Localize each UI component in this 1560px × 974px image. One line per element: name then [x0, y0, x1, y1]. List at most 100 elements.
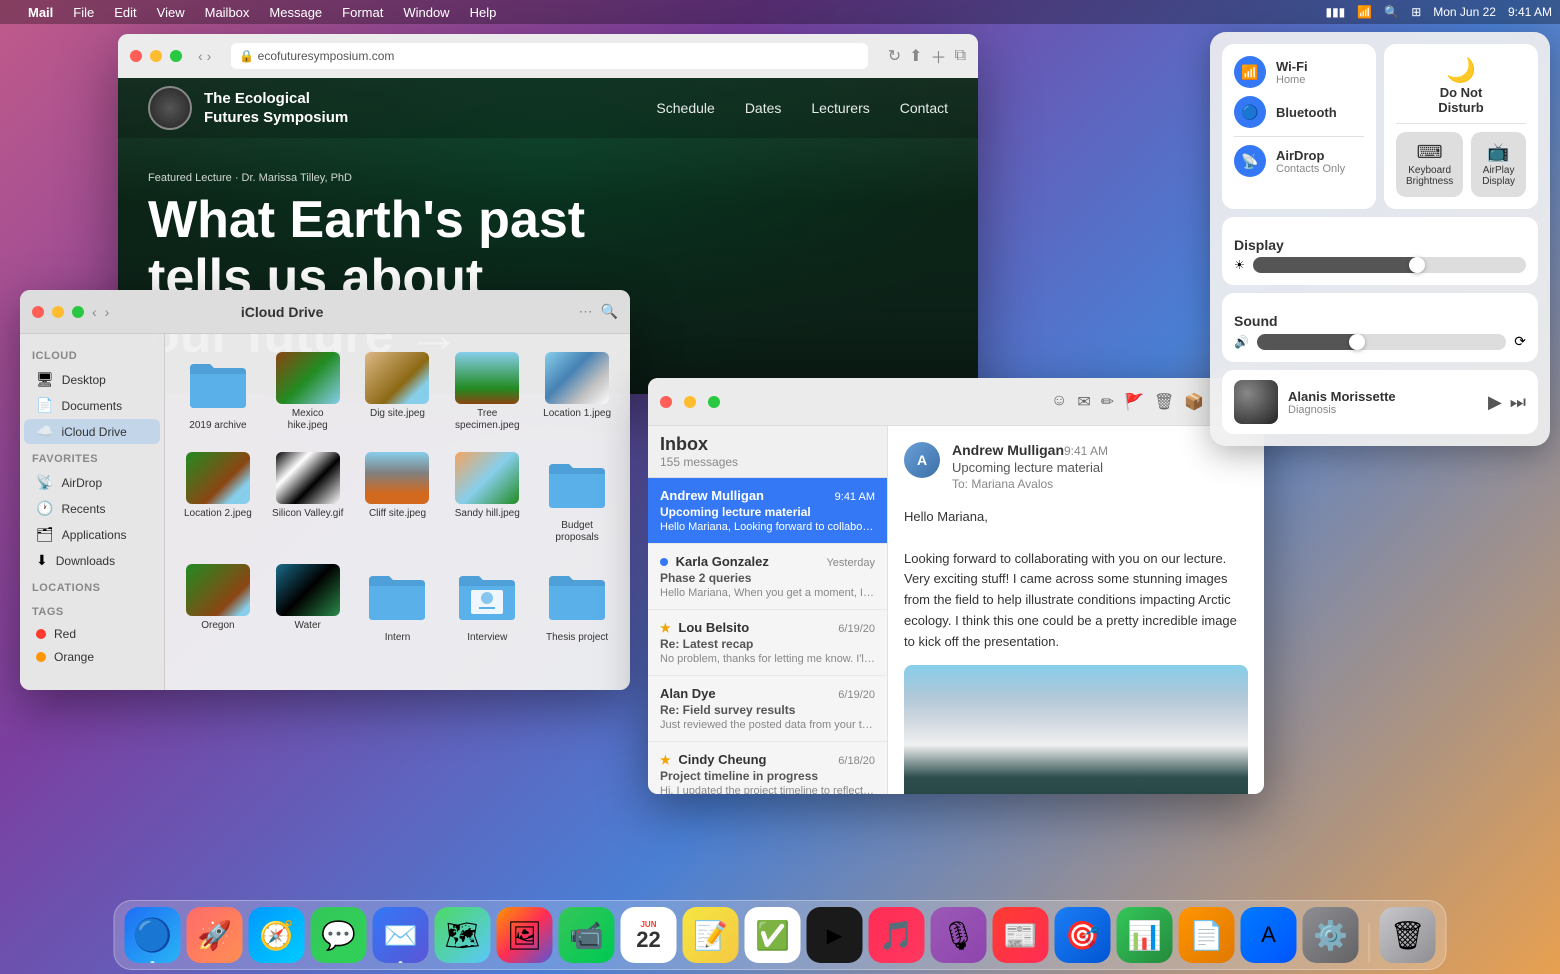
- dock-finder[interactable]: 🔵: [125, 907, 181, 963]
- mail-item-andrew[interactable]: Andrew Mulligan 9:41 AM Upcoming lecture…: [648, 478, 887, 544]
- flag-icon[interactable]: 🚩: [1124, 392, 1144, 412]
- sidebar-item-airdrop[interactable]: 📡 AirDrop: [24, 470, 160, 495]
- dock-notes[interactable]: 📝: [683, 907, 739, 963]
- dock-mail[interactable]: ✉️: [373, 907, 429, 963]
- dnd-section[interactable]: 🌙 Do Not Disturb: [1396, 56, 1526, 115]
- archive-icon[interactable]: 📦: [1184, 392, 1204, 412]
- menu-help[interactable]: Help: [462, 5, 505, 20]
- finder-forward-icon[interactable]: ›: [105, 304, 110, 320]
- sidebar-item-orange-tag[interactable]: Orange: [24, 646, 160, 668]
- mail-item-karla[interactable]: Karla Gonzalez Yesterday Phase 2 queries…: [648, 544, 887, 610]
- dock-launchpad[interactable]: 🚀: [187, 907, 243, 963]
- menu-file[interactable]: File: [65, 5, 102, 20]
- share-icon[interactable]: ⬆: [909, 46, 922, 66]
- mail-item-cindy[interactable]: ★ Cindy Cheung 6/18/20 Project timeline …: [648, 742, 887, 794]
- dock-podcasts[interactable]: 🎙: [931, 907, 987, 963]
- reply-icon[interactable]: ✉: [1077, 392, 1090, 412]
- dock-systemprefs[interactable]: ⚙️: [1303, 907, 1359, 963]
- site-nav[interactable]: Schedule Dates Lecturers Contact: [656, 100, 948, 116]
- menu-view[interactable]: View: [149, 5, 193, 20]
- file-sandy-hill[interactable]: Sandy hill.jpeg: [446, 446, 528, 550]
- mail-item-lou[interactable]: ★ Lou Belsito 6/19/20 Re: Latest recap N…: [648, 610, 887, 676]
- delete-icon[interactable]: 🗑: [1154, 392, 1174, 412]
- file-2019-archive[interactable]: 2019 archive: [177, 346, 259, 438]
- menu-window[interactable]: Window: [395, 5, 457, 20]
- volume-slider[interactable]: [1257, 334, 1506, 350]
- file-location2[interactable]: Location 2.jpeg: [177, 446, 259, 550]
- file-tree-specimen[interactable]: Tree specimen.jpeg: [446, 346, 528, 438]
- dock-appletv[interactable]: ▶: [807, 907, 863, 963]
- cc-dnd-card[interactable]: 🌙 Do Not Disturb ⌨ Keyboard Brightness 📺…: [1384, 44, 1538, 209]
- search-icon[interactable]: 🔍: [1384, 5, 1399, 19]
- cc-bluetooth-row[interactable]: 🔵 Bluetooth: [1234, 96, 1364, 128]
- finder-fullscreen[interactable]: [72, 306, 84, 318]
- airplay-display-btn[interactable]: 📺 AirPlay Display: [1471, 132, 1526, 197]
- sidebar-item-icloud-drive[interactable]: ☁️ iCloud Drive: [24, 419, 160, 444]
- play-icon[interactable]: ▶: [1488, 392, 1502, 413]
- file-location1[interactable]: Location 1.jpeg: [536, 346, 618, 438]
- compose-icon[interactable]: ☺: [1051, 392, 1067, 412]
- file-interview[interactable]: Interview: [446, 558, 528, 650]
- dock-maps[interactable]: 🗺: [435, 907, 491, 963]
- finder-back-icon[interactable]: ‹: [92, 304, 97, 320]
- dock-facetime[interactable]: 📹: [559, 907, 615, 963]
- dock-reminders[interactable]: ✅: [745, 907, 801, 963]
- finder-search-icon[interactable]: 🔍: [601, 303, 618, 320]
- forward-icon[interactable]: ›: [207, 48, 212, 64]
- dock-appstore[interactable]: A: [1241, 907, 1297, 963]
- dock-music[interactable]: 🎵: [869, 907, 925, 963]
- menu-mail[interactable]: Mail: [20, 5, 61, 20]
- volume-adjust-icon[interactable]: ⟳: [1514, 333, 1526, 350]
- control-center-icon[interactable]: ⊞: [1411, 5, 1421, 19]
- sidebar-item-red-tag[interactable]: Red: [24, 623, 160, 645]
- browser-nav[interactable]: ‹ ›: [198, 48, 211, 64]
- reload-icon[interactable]: ↻: [888, 46, 901, 66]
- dock-calendar[interactable]: JUN 22: [621, 907, 677, 963]
- sidebar-item-applications[interactable]: 🗂 Applications: [24, 522, 160, 547]
- mail-item-alan[interactable]: Alan Dye 6/19/20 Re: Field survey result…: [648, 676, 887, 742]
- sidebar-item-recents[interactable]: 🕐 Recents: [24, 496, 160, 521]
- menu-message[interactable]: Message: [261, 5, 330, 20]
- playback-controls[interactable]: ▶ ⏭: [1488, 392, 1526, 413]
- finder-view-options[interactable]: ⋯: [579, 303, 593, 320]
- sidebar-item-downloads[interactable]: ⬇ Downloads: [24, 548, 160, 573]
- keyboard-brightness-btn[interactable]: ⌨ Keyboard Brightness: [1396, 132, 1463, 197]
- cc-airdrop-row[interactable]: 📡 AirDrop Contacts Only: [1234, 145, 1364, 177]
- back-icon[interactable]: ‹: [198, 48, 203, 64]
- file-water[interactable]: Water: [267, 558, 349, 650]
- nav-lecturers[interactable]: Lecturers: [811, 100, 869, 116]
- file-thesis-project[interactable]: Thesis project: [536, 558, 618, 650]
- nav-schedule[interactable]: Schedule: [656, 100, 714, 116]
- sidebar-item-documents[interactable]: 📄 Documents: [24, 393, 160, 418]
- dock-trash[interactable]: 🗑: [1380, 907, 1436, 963]
- address-bar[interactable]: 🔒 ecofuturesymposium.com: [231, 43, 867, 69]
- skip-icon[interactable]: ⏭: [1510, 392, 1526, 413]
- dock-photos[interactable]: 🖼: [497, 907, 553, 963]
- menu-mailbox[interactable]: Mailbox: [197, 5, 258, 20]
- sidebar-icon[interactable]: ⧉: [955, 47, 966, 65]
- file-dig-site[interactable]: Dig site.jpeg: [357, 346, 439, 438]
- mail-fullscreen[interactable]: [708, 396, 720, 408]
- cc-wifi-row[interactable]: 📶 Wi-Fi Home: [1234, 56, 1364, 88]
- dock-messages[interactable]: 💬: [311, 907, 367, 963]
- nav-contact[interactable]: Contact: [900, 100, 948, 116]
- mail-close[interactable]: [660, 396, 672, 408]
- dock-pages[interactable]: 📄: [1179, 907, 1235, 963]
- close-button[interactable]: [130, 50, 142, 62]
- menu-format[interactable]: Format: [334, 5, 391, 20]
- file-mexico-hike[interactable]: Mexico hike.jpeg: [267, 346, 349, 438]
- file-intern[interactable]: Intern: [357, 558, 439, 650]
- fullscreen-button[interactable]: [170, 50, 182, 62]
- dock-keynote[interactable]: 🎯: [1055, 907, 1111, 963]
- brightness-slider[interactable]: [1253, 257, 1526, 273]
- file-oregon[interactable]: Oregon: [177, 558, 259, 650]
- minimize-button[interactable]: [150, 50, 162, 62]
- compose-new-icon[interactable]: ✏: [1101, 392, 1114, 412]
- sidebar-item-desktop[interactable]: 🖥 Desktop: [24, 367, 160, 392]
- finder-close[interactable]: [32, 306, 44, 318]
- add-tab-icon[interactable]: ＋: [931, 44, 947, 68]
- finder-minimize[interactable]: [52, 306, 64, 318]
- nav-dates[interactable]: Dates: [745, 100, 782, 116]
- mail-minimize[interactable]: [684, 396, 696, 408]
- file-cliff-site[interactable]: Cliff site.jpeg: [357, 446, 439, 550]
